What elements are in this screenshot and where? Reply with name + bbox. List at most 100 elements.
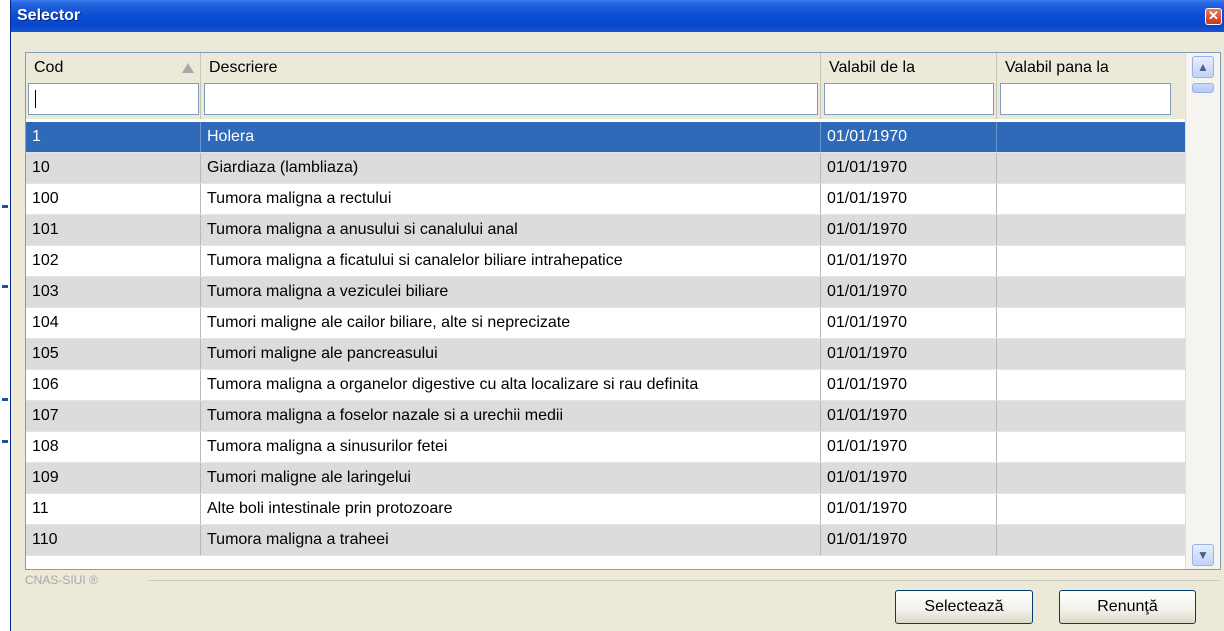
cell-descriere: Tumori maligne ale pancreasului	[201, 339, 821, 369]
cell-cod: 101	[26, 215, 201, 245]
title-bar[interactable]: Selector ✕	[11, 0, 1224, 32]
cell-valabil-pana-la	[997, 370, 1186, 400]
cell-valabil-de-la: 01/01/1970	[821, 432, 997, 462]
cell-valabil-pana-la	[997, 122, 1186, 152]
table-row[interactable]: 110 Tumora maligna a traheei 01/01/1970	[26, 525, 1186, 556]
cell-valabil-de-la: 01/01/1970	[821, 525, 997, 555]
cell-cod: 103	[26, 277, 201, 307]
footer-divider	[149, 580, 1219, 581]
filter-cod-input[interactable]	[28, 83, 199, 115]
scrollbar-thumb[interactable]	[1192, 83, 1214, 93]
cell-cod: 109	[26, 463, 201, 493]
cell-descriere: Tumora maligna a foselor nazale si a ure…	[201, 401, 821, 431]
background-mark	[2, 398, 8, 401]
cell-cod: 104	[26, 308, 201, 338]
cell-valabil-pana-la	[997, 246, 1186, 276]
text-caret	[35, 90, 36, 108]
cell-valabil-pana-la	[997, 432, 1186, 462]
cell-valabil-de-la: 01/01/1970	[821, 184, 997, 214]
column-header-label: Cod	[34, 59, 64, 76]
background-mark	[2, 440, 8, 443]
filter-descriere-input[interactable]	[204, 83, 818, 115]
cell-valabil-pana-la	[997, 401, 1186, 431]
table-row[interactable]: 101 Tumora maligna a anusului si canalul…	[26, 215, 1186, 246]
cell-cod: 100	[26, 184, 201, 214]
table-row[interactable]: 102 Tumora maligna a ficatului si canale…	[26, 246, 1186, 277]
cell-cod: 1	[26, 122, 201, 152]
table-row[interactable]: 100 Tumora maligna a rectului 01/01/1970	[26, 184, 1186, 215]
table-row[interactable]: 10 Giardiaza (lambliaza) 01/01/1970	[26, 153, 1186, 184]
cell-valabil-pana-la	[997, 215, 1186, 245]
table-row[interactable]: 1 Holera 01/01/1970	[26, 122, 1186, 153]
select-button[interactable]: Selectează	[895, 590, 1033, 624]
cell-valabil-pana-la	[997, 153, 1186, 183]
cell-valabil-pana-la	[997, 308, 1186, 338]
cell-cod: 106	[26, 370, 201, 400]
table-row[interactable]: 104 Tumori maligne ale cailor biliare, a…	[26, 308, 1186, 339]
cell-valabil-de-la: 01/01/1970	[821, 153, 997, 183]
selector-dialog: Selector ✕ Cod Descriere Valabil de la V…	[10, 0, 1224, 631]
table-row[interactable]: 109 Tumori maligne ale laringelui 01/01/…	[26, 463, 1186, 494]
cell-descriere: Tumori maligne ale cailor biliare, alte …	[201, 308, 821, 338]
background-mark	[2, 285, 8, 288]
cell-descriere: Giardiaza (lambliaza)	[201, 153, 821, 183]
cell-valabil-de-la: 01/01/1970	[821, 339, 997, 369]
cell-valabil-pana-la	[997, 525, 1186, 555]
cell-cod: 105	[26, 339, 201, 369]
filter-valabil-de-la-input[interactable]	[824, 83, 994, 115]
table-row[interactable]: 103 Tumora maligna a veziculei biliare 0…	[26, 277, 1186, 308]
cell-valabil-pana-la	[997, 463, 1186, 493]
column-header-label: Valabil de la	[829, 59, 915, 76]
table-row[interactable]: 105 Tumori maligne ale pancreasului 01/0…	[26, 339, 1186, 370]
grid-body: 1 Holera 01/01/1970 10 Giardiaza (lambli…	[26, 122, 1186, 556]
cell-valabil-de-la: 01/01/1970	[821, 122, 997, 152]
cancel-button[interactable]: Renunţă	[1059, 590, 1196, 624]
cell-valabil-de-la: 01/01/1970	[821, 308, 997, 338]
cell-cod: 11	[26, 494, 201, 524]
cell-valabil-de-la: 01/01/1970	[821, 215, 997, 245]
cell-valabil-de-la: 01/01/1970	[821, 401, 997, 431]
filter-valabil-pana-la-input[interactable]	[1000, 83, 1171, 115]
column-header-label: Descriere	[209, 59, 278, 76]
cell-descriere: Tumora maligna a anusului si canalului a…	[201, 215, 821, 245]
brand-label: CNAS-SIUI ®	[25, 573, 98, 587]
cell-cod: 108	[26, 432, 201, 462]
vertical-scrollbar[interactable]: ▲ ▼	[1185, 53, 1220, 569]
cell-valabil-de-la: 01/01/1970	[821, 463, 997, 493]
grid-header: Cod Descriere Valabil de la Valabil pana…	[26, 53, 1186, 119]
column-header-label: Valabil pana la	[1005, 59, 1109, 76]
cell-descriere: Tumora maligna a traheei	[201, 525, 821, 555]
cell-valabil-pana-la	[997, 494, 1186, 524]
cell-descriere: Alte boli intestinale prin protozoare	[201, 494, 821, 524]
cell-cod: 107	[26, 401, 201, 431]
cell-valabil-de-la: 01/01/1970	[821, 494, 997, 524]
cell-valabil-pana-la	[997, 277, 1186, 307]
close-icon[interactable]: ✕	[1205, 8, 1222, 25]
table-row[interactable]: 11 Alte boli intestinale prin protozoare…	[26, 494, 1186, 525]
cell-cod: 110	[26, 525, 201, 555]
cell-valabil-de-la: 01/01/1970	[821, 246, 997, 276]
cell-valabil-de-la: 01/01/1970	[821, 370, 997, 400]
cell-valabil-pana-la	[997, 339, 1186, 369]
cell-descriere: Tumora maligna a organelor digestive cu …	[201, 370, 821, 400]
background-window-strip	[0, 0, 10, 631]
cell-descriere: Tumori maligne ale laringelui	[201, 463, 821, 493]
table-row[interactable]: 108 Tumora maligna a sinusurilor fetei 0…	[26, 432, 1186, 463]
cell-descriere: Tumora maligna a ficatului si canalelor …	[201, 246, 821, 276]
cell-cod: 10	[26, 153, 201, 183]
window-title: Selector	[17, 7, 81, 24]
table-row[interactable]: 106 Tumora maligna a organelor digestive…	[26, 370, 1186, 401]
chevron-down-icon[interactable]: ▼	[1192, 544, 1214, 566]
cell-valabil-pana-la	[997, 184, 1186, 214]
cell-descriere: Tumora maligna a veziculei biliare	[201, 277, 821, 307]
cell-descriere: Holera	[201, 122, 821, 152]
cell-cod: 102	[26, 246, 201, 276]
cell-descriere: Tumora maligna a rectului	[201, 184, 821, 214]
table-row[interactable]: 107 Tumora maligna a foselor nazale si a…	[26, 401, 1186, 432]
data-grid: Cod Descriere Valabil de la Valabil pana…	[25, 52, 1221, 570]
chevron-up-icon[interactable]: ▲	[1192, 56, 1214, 78]
background-mark	[2, 205, 8, 208]
cell-descriere: Tumora maligna a sinusurilor fetei	[201, 432, 821, 462]
cell-valabil-de-la: 01/01/1970	[821, 277, 997, 307]
sort-asc-icon	[182, 63, 194, 73]
